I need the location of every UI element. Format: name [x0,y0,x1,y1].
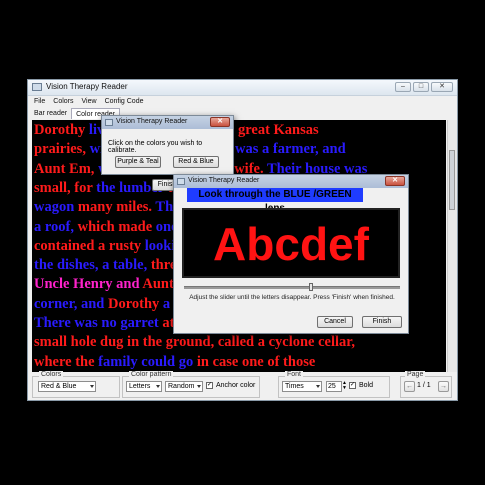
minimize-icon[interactable]: – [395,82,411,92]
menu-view[interactable]: View [82,96,97,107]
text-segment: Uncle Henry and [34,276,143,293]
font-family-select[interactable]: Times [282,381,322,392]
pattern-order-select[interactable]: Random [165,381,203,392]
lens-dialog: Vision Therapy Reader ✕ Look through the… [173,174,409,334]
close-icon[interactable]: ✕ [210,117,230,127]
color-pattern-group: Color pattern Letters Random ✓ Anchor co… [122,371,260,398]
maximize-icon[interactable]: □ [413,82,429,92]
text-segment: family could go [98,353,197,370]
text-segment: Dorothy [34,122,89,138]
menu-bar: File Colors View Config Code [28,96,457,107]
scrollbar-thumb[interactable] [449,150,455,210]
calibrate-dialog-title: Vision Therapy Reader [116,118,188,125]
pattern-mode-value: Letters [129,383,151,390]
menu-file[interactable]: File [34,96,45,107]
main-title-bar[interactable]: Vision Therapy Reader – □ ✕ [28,80,457,96]
anchor-color-checkbox[interactable]: ✓ [206,382,213,389]
bold-label: Bold [359,382,374,389]
slider-track [184,286,400,289]
text-segment: There was no garret [34,315,163,331]
text-segment: small hole dug in the ground, called a c… [34,334,356,351]
lens-instruction-banner: Look through the BLUE /GREEN lens [187,188,363,214]
previous-page-button[interactable]: ← [404,381,415,392]
font-group-label: Font [285,371,304,378]
text-segment: corner, and [34,295,108,312]
text-segment: the dishes, a table, [34,257,151,274]
pattern-order-value: Random [168,383,195,390]
text-segment: contained a rusty [34,237,145,254]
font-size-stepper[interactable]: 25 [326,381,342,392]
app-icon [32,83,42,91]
page-group-label: Page [405,371,426,378]
page-group: Page ← 1 / 1 → [400,371,452,398]
calibrate-prompt: Click on the colors you wish to calibrat… [108,140,203,154]
calibrate-dialog-title-bar[interactable]: Vision Therapy Reader ✕ [102,116,233,129]
text-segment: where the [34,353,99,370]
chevron-down-icon [197,385,201,388]
text-segment: Dorothy [107,295,163,312]
stepper-arrows-icon[interactable]: ▲ ▼ [342,381,347,392]
colors-group-label: Colors [39,371,64,378]
preview-text: Abcdef [213,218,369,270]
text-segment: prairies, [34,141,90,158]
chevron-down-icon [90,385,94,388]
cancel-button[interactable]: Cancel [317,316,353,328]
app-icon [177,178,185,185]
pattern-mode-select[interactable]: Letters [126,381,162,392]
color-pattern-label: Color pattern [129,371,174,378]
page-indicator: 1 / 1 [417,382,431,389]
slider-knob[interactable] [309,283,313,291]
colors-select[interactable]: Red & Blue [38,381,96,392]
text-segment: a roof, [34,218,78,235]
vertical-scrollbar[interactable] [447,120,457,372]
chevron-down-icon [316,385,320,388]
text-segment: many miles. [77,199,156,216]
font-group: Font Times 25 ▲ ▼ ✓ Bold [278,371,390,398]
preview-box: Abcdef [182,208,400,278]
calibrate-dialog: Vision Therapy Reader ✕ Click on the col… [101,115,234,191]
text-segment: wagon [34,199,78,216]
colors-select-value: Red & Blue [41,383,77,390]
text-line: small hole dug in the ground, called a c… [34,334,355,350]
window-title: Vision Therapy Reader [46,82,128,91]
finish-button[interactable]: Finish [362,316,402,328]
next-page-button[interactable]: → [438,381,449,392]
tab-bar-reader[interactable]: Bar reader [30,108,71,119]
text-segment: which made [77,218,156,235]
lens-dialog-title: Vision Therapy Reader [188,177,260,184]
font-size-value: 25 [328,383,336,390]
font-family-value: Times [285,383,304,390]
slider-instruction: Adjust the slider until the letters disa… [189,294,395,301]
menu-colors[interactable]: Colors [53,96,73,107]
anchor-color-label: Anchor color [216,382,256,389]
menu-config-code[interactable]: Config Code [105,96,144,107]
contrast-slider[interactable] [184,283,400,291]
close-icon[interactable]: ✕ [385,176,405,186]
purple-teal-button[interactable]: Purple & Teal [115,156,161,168]
lens-dialog-title-bar[interactable]: Vision Therapy Reader ✕ [174,175,408,188]
chevron-down-icon [156,385,160,388]
close-icon[interactable]: ✕ [431,82,453,92]
app-icon [105,119,113,126]
bold-checkbox[interactable]: ✓ [349,382,356,389]
text-segment: small, for [34,179,97,196]
red-blue-button[interactable]: Red & Blue [173,156,219,168]
text-segment: Aunt Em, [34,160,99,177]
text-line: where the family could go in case one of… [34,354,315,370]
text-segment: in case one of those [196,353,316,370]
colors-group: Colors Red & Blue [32,371,120,398]
